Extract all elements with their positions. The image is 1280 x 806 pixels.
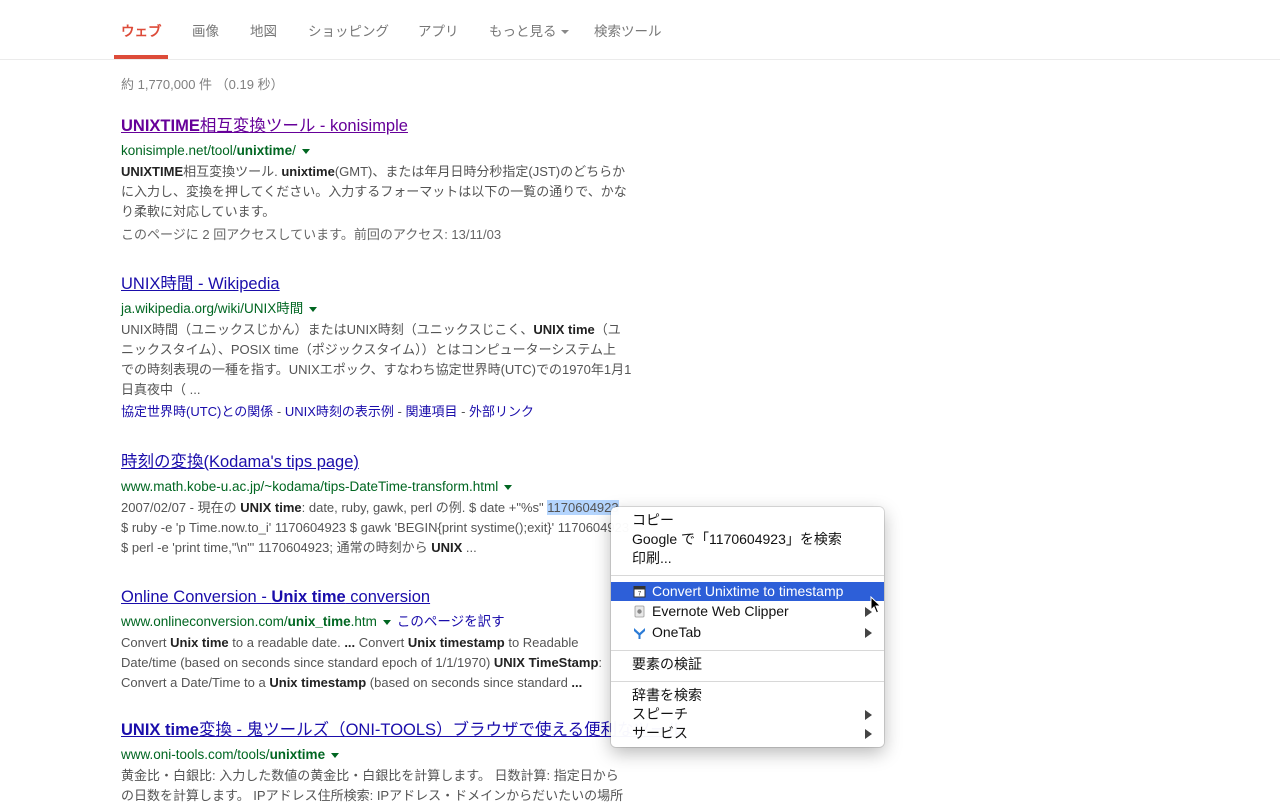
sitelink-separator: -	[273, 404, 285, 419]
url-text: /	[292, 143, 296, 158]
result-snippet: Convert Unix time to a readable date. ..…	[121, 635, 603, 690]
url-bold: unix_time	[287, 614, 351, 629]
menu-item-copy[interactable]: コピー	[611, 511, 884, 530]
result-title-link[interactable]: UNIX time変換 - 鬼ツールズ（ONI-TOOLS）ブラウザで使える便利…	[121, 720, 683, 740]
result-title-link[interactable]: Online Conversion - Unix time conversion	[121, 587, 641, 607]
menu-separator	[611, 575, 884, 576]
sitelinks: 協定世界時(UTC)との関係 - UNIX時刻の表示例 - 関連項目 - 外部リ…	[121, 402, 641, 422]
result-url: www.oni-tools.com/tools/unixtime	[121, 746, 641, 764]
result-url: www.onlineconversion.com/unix_time.htm この…	[121, 613, 641, 631]
snippet-line: 日真夜中（ ...	[121, 382, 201, 397]
menu-item-convert-unixtime[interactable]: 7 Convert Unixtime to timestamp	[611, 582, 884, 601]
tab-images[interactable]: 画像	[192, 20, 219, 40]
url-text: konisimple.net/tool/	[121, 143, 237, 158]
active-tab-indicator	[114, 55, 168, 59]
menu-item-dictionary[interactable]: 辞書を検索	[611, 686, 884, 705]
menu-item-print[interactable]: 印刷...	[611, 549, 884, 568]
menu-item-label: Evernote Web Clipper	[652, 603, 789, 619]
result-url: ja.wikipedia.org/wiki/UNIX時間	[121, 300, 641, 318]
menu-item-label: OneTab	[652, 624, 702, 640]
url-text: www.onlineconversion.com/	[121, 614, 288, 629]
menu-item-evernote[interactable]: Evernote Web Clipper	[611, 602, 884, 621]
onetab-icon	[634, 628, 645, 639]
title-text: conversion	[345, 588, 431, 606]
title-bold: UNIX time	[121, 721, 199, 739]
tab-more[interactable]: もっと見る	[489, 20, 569, 40]
url-text: .htm	[350, 614, 377, 629]
visit-history: このページに 2 回アクセスしています。前回のアクセス: 13/11/03	[121, 227, 502, 242]
search-result: 時刻の変換(Kodama's tips page) www.math.kobe-…	[121, 452, 641, 558]
tab-maps[interactable]: 地図	[250, 20, 277, 40]
snippet-line: での時刻表現の一種を指す。UNIXエポック、すなわち協定世界時(UTC)での19…	[121, 362, 632, 377]
tab-search-tools[interactable]: 検索ツール	[594, 20, 662, 40]
menu-item-inspect[interactable]: 要素の検証	[611, 655, 884, 674]
title-text: 相互変換ツール - konisimple	[199, 117, 408, 135]
translate-link[interactable]: このページを訳す	[397, 614, 505, 629]
url-dropdown-arrow-icon[interactable]	[504, 484, 513, 490]
tab-more-label: もっと見る	[489, 24, 557, 39]
snippet-line: り柔軟に対応しています。	[121, 204, 276, 219]
url-text: ja.wikipedia.org/wiki/UNIX時間	[121, 301, 304, 316]
result-snippet: 2007/02/07 - 現在の UNIX time: date, ruby, …	[121, 498, 641, 558]
result-url: www.math.kobe-u.ac.jp/~kodama/tips-DateT…	[121, 478, 641, 496]
sitelink[interactable]: 関連項目	[405, 404, 457, 419]
sitelink-separator: -	[457, 404, 470, 419]
title-bold: UNIXTIME	[121, 117, 200, 135]
url-dropdown-arrow-icon[interactable]	[301, 148, 310, 154]
title-text: Online Conversion -	[121, 588, 272, 606]
result-stats: 約 1,770,000 件 （0.19 秒）	[121, 77, 284, 92]
search-tabs-bar: ウェブ 画像 地図 ショッピング アプリ もっと見る 検索ツール	[0, 0, 1280, 60]
mouse-pointer-icon	[870, 596, 882, 614]
url-dropdown-arrow-icon[interactable]	[331, 752, 340, 758]
search-result: UNIX time変換 - 鬼ツールズ（ONI-TOOLS）ブラウザで使える便利…	[121, 720, 683, 806]
result-title-link[interactable]: UNIX時間 - Wikipedia	[121, 274, 641, 294]
submenu-arrow-icon	[865, 628, 872, 638]
sitelink[interactable]: UNIX時刻の表示例	[285, 404, 394, 419]
menu-separator	[611, 681, 884, 682]
result-title-link[interactable]: 時刻の変換(Kodama's tips page)	[121, 452, 641, 472]
search-result: UNIX時間 - Wikipedia ja.wikipedia.org/wiki…	[121, 274, 641, 422]
menu-item-services[interactable]: サービス	[611, 724, 884, 743]
url-dropdown-arrow-icon[interactable]	[382, 619, 391, 625]
menu-item-speech[interactable]: スピーチ	[611, 705, 884, 724]
submenu-arrow-icon	[865, 729, 872, 739]
search-result: UNIXTIME相互変換ツール - konisimple konisimple.…	[121, 116, 641, 245]
url-bold: unixtime	[236, 143, 293, 158]
evernote-icon	[634, 605, 645, 618]
context-menu: コピー Google で「1170604923」を検索 印刷... 7 Conv…	[611, 507, 884, 747]
url-text: www.oni-tools.com/tools/	[121, 747, 270, 762]
sitelink[interactable]: 協定世界時(UTC)との関係	[121, 404, 273, 419]
menu-item-onetab[interactable]: OneTab	[611, 623, 884, 642]
snippet-line: 黄金比・白銀比: 入力した数値の黄金比・白銀比を計算します。 日数計算: 指定日…	[121, 768, 619, 783]
snippet-line: に入力し、変換を押してください。入力するフォーマットは以下の一覧の通りで、かな	[121, 184, 627, 199]
result-snippet: 黄金比・白銀比: 入力した数値の黄金比・白銀比を計算します。 日数計算: 指定日…	[121, 766, 641, 806]
menu-item-label: スピーチ	[632, 706, 688, 722]
selected-text: 1170604923	[547, 500, 619, 515]
sitelink-separator: -	[393, 404, 406, 419]
menu-item-label: サービス	[632, 725, 688, 741]
title-bold: Unix time	[271, 588, 346, 606]
result-snippet: UNIXTIME相互変換ツール. unixtime(GMT)、または年月日時分秒…	[121, 162, 641, 222]
tab-apps[interactable]: アプリ	[418, 20, 459, 40]
search-result: Online Conversion - Unix time conversion…	[121, 587, 641, 693]
menu-separator	[611, 650, 884, 651]
submenu-arrow-icon	[865, 710, 872, 720]
chevron-down-icon	[560, 30, 569, 35]
result-url: konisimple.net/tool/unixtime/	[121, 142, 641, 160]
url-bold: unixtime	[269, 747, 326, 762]
sitelink[interactable]: 外部リンク	[469, 404, 534, 419]
tab-web[interactable]: ウェブ	[121, 20, 162, 40]
tab-shopping[interactable]: ショッピング	[308, 20, 389, 40]
menu-item-label: Convert Unixtime to timestamp	[652, 583, 844, 599]
url-dropdown-arrow-icon[interactable]	[309, 306, 318, 312]
result-title-link[interactable]: UNIXTIME相互変換ツール - konisimple	[121, 116, 641, 136]
result-snippet: UNIX時間（ユニックスじかん）またはUNIX時刻（ユニックスじこく、UNIX …	[121, 320, 641, 400]
snippet-line: ニックスタイム）、POSIX time（ポジックスタイム））とはコンピューターシ…	[121, 342, 616, 357]
snippet-line: の日数を計算します。 IPアドレス住所検索: IPアドレス・ドメインからだいたい…	[121, 788, 624, 803]
url-text: www.math.kobe-u.ac.jp/~kodama/tips-DateT…	[121, 479, 499, 494]
menu-item-search-google[interactable]: Google で「1170604923」を検索	[611, 530, 884, 549]
snippet-line: $ ruby -e 'p Time.now.to_i' 1170604923 $…	[121, 520, 630, 535]
calendar-icon: 7	[633, 586, 646, 598]
